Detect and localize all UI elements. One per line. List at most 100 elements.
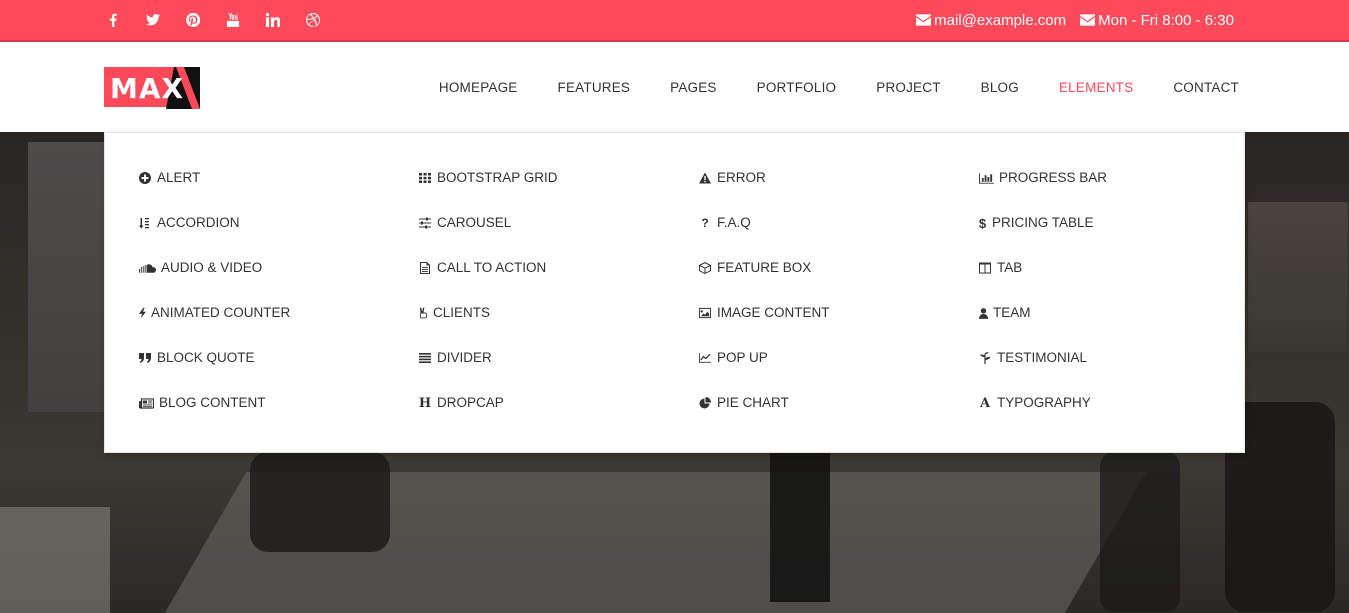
menu-item-bootstrap-grid[interactable]: BOOTSTRAP GRID: [418, 170, 678, 215]
menu-item-divider[interactable]: DIVIDER: [418, 350, 678, 395]
envelope-icon: [1080, 14, 1096, 26]
menu-column-3: ERROR ? F.A.Q FEATURE BOX IMAGE CONTENT …: [698, 170, 958, 440]
sort-alpha-icon: [138, 216, 152, 230]
monitor: [770, 452, 830, 602]
linkedin-icon[interactable]: [266, 0, 306, 40]
nav-contact[interactable]: CONTACT: [1173, 80, 1239, 95]
nav-blog[interactable]: BLOG: [981, 80, 1019, 95]
question-icon: ?: [701, 216, 709, 230]
menu-item-image-content[interactable]: IMAGE CONTENT: [698, 305, 958, 350]
menu-item-label: PRICING TABLE: [992, 215, 1094, 230]
menu-item-label: PIE CHART: [717, 395, 789, 410]
bars-icon: [418, 351, 432, 365]
email-contact[interactable]: mail@example.com: [916, 12, 1066, 29]
user-icon: [978, 306, 988, 320]
menu-item-carousel[interactable]: CAROUSEL: [418, 215, 678, 260]
social-links: [106, 0, 346, 40]
menu-item-label: TAB: [997, 260, 1023, 275]
menu-item-label: DIVIDER: [437, 350, 492, 365]
pagelines-icon: [978, 351, 992, 365]
peace-hand-icon: [418, 306, 428, 320]
nav-elements[interactable]: ELEMENTS: [1059, 80, 1133, 95]
menu-item-label: DROPCAP: [437, 395, 504, 410]
menu-item-team[interactable]: TEAM: [978, 305, 1238, 350]
menu-item-label: TESTIMONIAL: [997, 350, 1088, 365]
menu-item-faq[interactable]: ? F.A.Q: [698, 215, 958, 260]
menu-item-pie-chart[interactable]: PIE CHART: [698, 395, 958, 440]
nav-portfolio[interactable]: PORTFOLIO: [757, 80, 837, 95]
menu-item-label: ERROR: [717, 170, 766, 185]
chair: [250, 452, 390, 552]
menu-item-pop-up[interactable]: POP UP: [698, 350, 958, 395]
youtube-icon[interactable]: [226, 0, 266, 40]
logo[interactable]: MAX: [104, 67, 200, 109]
image-icon: [698, 306, 712, 320]
box: [0, 507, 110, 613]
menu-item-label: CALL TO ACTION: [437, 260, 547, 275]
bolt-icon: [138, 306, 146, 320]
menu-item-label: BLOCK QUOTE: [157, 350, 255, 365]
bar-chart-icon: [978, 171, 994, 185]
menu-item-label: IMAGE CONTENT: [717, 305, 830, 320]
grid-icon: [418, 171, 432, 185]
menu-item-label: TEAM: [993, 305, 1031, 320]
menu-item-testimonial[interactable]: TESTIMONIAL: [978, 350, 1238, 395]
menu-item-label: FEATURE BOX: [717, 260, 812, 275]
menu-item-label: F.A.Q: [717, 215, 751, 230]
menu-item-tab[interactable]: TAB: [978, 260, 1238, 305]
top-bar: mail@example.com Mon - Fri 8:00 - 6:30: [0, 0, 1349, 42]
window-left: [28, 142, 106, 412]
menu-item-label: ANIMATED COUNTER: [151, 305, 291, 320]
menu-item-pricing-table[interactable]: $ PRICING TABLE: [978, 215, 1238, 260]
menu-item-label: ACCORDION: [157, 215, 240, 230]
menu-item-audio-video[interactable]: AUDIO & VIDEO: [138, 260, 398, 305]
menu-item-label: POP UP: [717, 350, 768, 365]
plus-circle-icon: [138, 171, 152, 185]
menu-column-2: BOOTSTRAP GRID CAROUSEL CALL TO ACTION C…: [418, 170, 678, 440]
menu-item-progress-bar[interactable]: PROGRESS BAR: [978, 170, 1238, 215]
main-nav: HOMEPAGE FEATURES PAGES PORTFOLIO PROJEC…: [399, 42, 1239, 132]
menu-item-block-quote[interactable]: BLOCK QUOTE: [138, 350, 398, 395]
menu-item-label: PROGRESS BAR: [999, 170, 1108, 185]
dollar-icon: $: [978, 215, 987, 231]
menu-item-label: TYPOGRAPHY: [997, 395, 1091, 410]
dribbble-icon[interactable]: [306, 0, 346, 40]
menu-item-label: BOOTSTRAP GRID: [437, 170, 558, 185]
warning-icon: [698, 171, 712, 185]
elements-mega-menu: ALERT ACCORDION AUDIO & VIDEO ANIMATED C…: [104, 132, 1245, 453]
envelope-icon: [916, 14, 932, 26]
header-icon: H: [418, 395, 432, 411]
file-text-icon: [418, 261, 432, 275]
menu-item-animated-counter[interactable]: ANIMATED COUNTER: [138, 305, 398, 350]
menu-column-4: PROGRESS BAR $ PRICING TABLE TAB TEAM TE…: [978, 170, 1238, 440]
menu-item-dropcap[interactable]: H DROPCAP: [418, 395, 678, 440]
sliders-icon: [418, 216, 432, 230]
hours-contact: Mon - Fri 8:00 - 6:30: [1080, 12, 1234, 29]
menu-item-blog-content[interactable]: BLOG CONTENT: [138, 395, 398, 440]
nav-project[interactable]: PROJECT: [876, 80, 940, 95]
menu-item-label: CAROUSEL: [437, 215, 512, 230]
menu-item-label: AUDIO & VIDEO: [161, 260, 263, 275]
menu-item-label: ALERT: [157, 170, 201, 185]
soundcloud-icon: [138, 261, 156, 275]
menu-item-feature-box[interactable]: FEATURE BOX: [698, 260, 958, 305]
menu-item-call-to-action[interactable]: CALL TO ACTION: [418, 260, 678, 305]
menu-column-1: ALERT ACCORDION AUDIO & VIDEO ANIMATED C…: [138, 170, 398, 440]
menu-item-error[interactable]: ERROR: [698, 170, 958, 215]
pinterest-icon[interactable]: [186, 0, 226, 40]
nav-homepage[interactable]: HOMEPAGE: [439, 80, 518, 95]
menu-item-accordion[interactable]: ACCORDION: [138, 215, 398, 260]
twitter-icon[interactable]: [146, 0, 186, 40]
nav-features[interactable]: FEATURES: [558, 80, 631, 95]
menu-item-clients[interactable]: CLIENTS: [418, 305, 678, 350]
facebook-icon[interactable]: [106, 0, 146, 40]
cube-icon: [698, 261, 712, 275]
chair: [1100, 452, 1180, 612]
contact-info: mail@example.com Mon - Fri 8:00 - 6:30: [902, 0, 1234, 40]
menu-item-alert[interactable]: ALERT: [138, 170, 398, 215]
menu-item-label: BLOG CONTENT: [159, 395, 266, 410]
pie-chart-icon: [698, 396, 712, 410]
columns-icon: [978, 261, 992, 275]
menu-item-typography[interactable]: A TYPOGRAPHY: [978, 395, 1238, 440]
nav-pages[interactable]: PAGES: [670, 80, 717, 95]
